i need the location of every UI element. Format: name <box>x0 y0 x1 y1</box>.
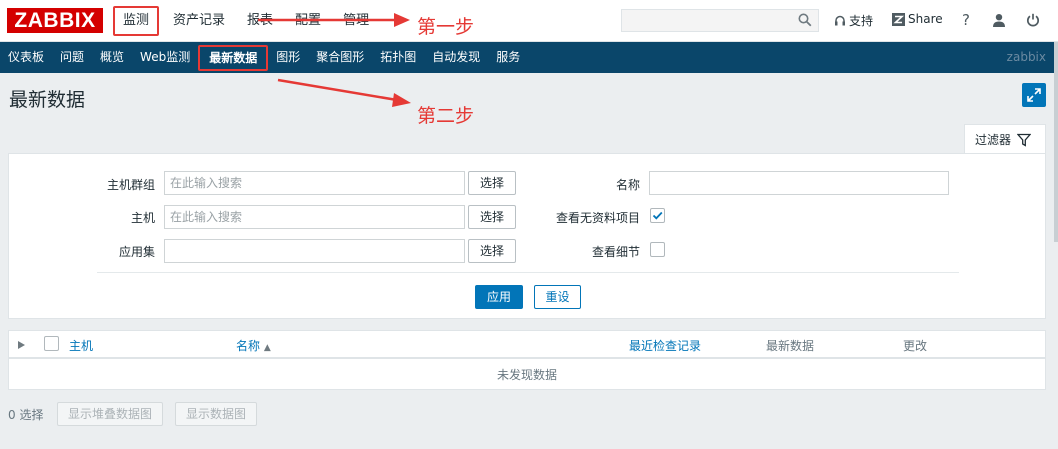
main-nav: 仪表板 问题 概览 Web监测 最新数据 图形 聚合图形 拓扑图 自动发现 服务… <box>0 42 1058 73</box>
host-groups-label: 主机群组 <box>106 178 155 192</box>
support-label: 支持 <box>849 14 874 28</box>
nav-services[interactable]: 服务 <box>488 42 528 73</box>
checkmark-icon <box>652 211 663 220</box>
annotation-step2: 第二步 <box>417 105 475 127</box>
share-link[interactable]: Share <box>892 12 943 26</box>
filter-divider <box>97 272 959 273</box>
column-change: 更改 <box>903 339 928 353</box>
nav-web[interactable]: Web监测 <box>132 42 198 73</box>
nav-overview[interactable]: 概览 <box>92 42 132 73</box>
nav-maps[interactable]: 拓扑图 <box>372 42 424 73</box>
display-graph-button[interactable]: 显示数据图 <box>175 402 258 426</box>
menu-administration[interactable]: 管理 <box>332 0 380 42</box>
scrollbar[interactable] <box>1054 42 1058 242</box>
expand-icon <box>1027 88 1041 102</box>
search-icon[interactable] <box>798 13 812 27</box>
hosts-label: 主机 <box>130 211 155 225</box>
filter-tab-label: 过滤器 <box>975 133 1012 147</box>
page-title: 最新数据 <box>9 89 86 111</box>
show-without-data-label: 查看无资料项目 <box>555 211 640 225</box>
column-name-label: 名称 <box>236 339 261 353</box>
display-stacked-graph-button[interactable]: 显示堆叠数据图 <box>57 402 164 426</box>
selected-count: 0 选择 <box>8 408 44 422</box>
filter-tab[interactable]: 过滤器 <box>964 124 1046 154</box>
zabbix-logo[interactable]: ZABBIX <box>7 8 103 33</box>
share-z-icon <box>892 12 905 26</box>
menu-configuration[interactable]: 配置 <box>284 0 332 42</box>
host-groups-select-button[interactable]: 选择 <box>468 171 516 195</box>
nav-latest-data[interactable]: 最新数据 <box>198 44 269 71</box>
latest-data-table: 主机 名称 ▲ 最近检查记录 最新数据 更改 未发现数据 <box>8 330 1046 390</box>
nav-graphs[interactable]: 图形 <box>268 42 308 73</box>
hosts-input[interactable]: 在此输入搜索 <box>164 205 465 229</box>
column-last-value: 最新数据 <box>766 339 815 353</box>
support-link[interactable]: 支持 <box>834 12 873 29</box>
application-input[interactable] <box>164 239 465 263</box>
power-icon[interactable] <box>1025 12 1041 28</box>
show-without-data-checkbox[interactable] <box>650 208 665 223</box>
filter-icon <box>1017 133 1032 147</box>
user-icon[interactable] <box>991 12 1007 28</box>
headset-icon <box>835 15 845 25</box>
menu-monitoring[interactable]: 监测 <box>113 6 160 36</box>
sort-asc-icon: ▲ <box>263 343 271 353</box>
show-details-label: 查看细节 <box>591 245 640 259</box>
column-last-check[interactable]: 最近检查记录 <box>629 337 701 354</box>
show-details-checkbox[interactable] <box>650 242 665 257</box>
nav-brand: zabbix <box>1006 50 1046 64</box>
top-menu: 监测 资产记录 报表 配置 管理 <box>113 0 380 42</box>
table-empty-row: 未发现数据 <box>496 368 557 382</box>
search-input[interactable] <box>621 9 819 32</box>
nav-problems[interactable]: 问题 <box>52 42 92 73</box>
column-host[interactable]: 主机 <box>69 337 93 354</box>
table-header-row: 主机 名称 ▲ 最近检查记录 最新数据 更改 <box>9 331 1045 359</box>
top-header: ZABBIX 监测 资产记录 报表 配置 管理 支持 Share ? <box>0 0 1058 42</box>
nav-dashboard[interactable]: 仪表板 <box>0 42 52 73</box>
hosts-select-button[interactable]: 选择 <box>468 205 516 229</box>
name-label: 名称 <box>615 178 640 192</box>
annotation-step1: 第一步 <box>417 16 475 38</box>
reset-button[interactable]: 重设 <box>534 285 581 309</box>
select-all-checkbox[interactable] <box>44 336 59 351</box>
help-icon[interactable]: ? <box>958 11 974 29</box>
nav-discovery[interactable]: 自动发现 <box>424 42 488 73</box>
application-select-button[interactable]: 选择 <box>468 239 516 263</box>
share-label: Share <box>908 12 943 26</box>
nav-screens[interactable]: 聚合图形 <box>308 42 372 73</box>
fullscreen-button[interactable] <box>1022 83 1046 107</box>
menu-inventory[interactable]: 资产记录 <box>162 0 236 42</box>
host-groups-input[interactable]: 在此输入搜索 <box>164 171 465 195</box>
menu-reports[interactable]: 报表 <box>236 0 284 42</box>
column-name[interactable]: 名称 ▲ <box>236 337 271 354</box>
filter-panel: 主机群组 在此输入搜索 选择 主机 在此输入搜索 选择 应用集 选择 名称 查看… <box>8 153 1046 319</box>
name-input[interactable] <box>649 171 949 195</box>
apply-button[interactable]: 应用 <box>475 285 523 309</box>
application-label: 应用集 <box>118 245 155 259</box>
expand-all-icon[interactable] <box>18 341 25 349</box>
